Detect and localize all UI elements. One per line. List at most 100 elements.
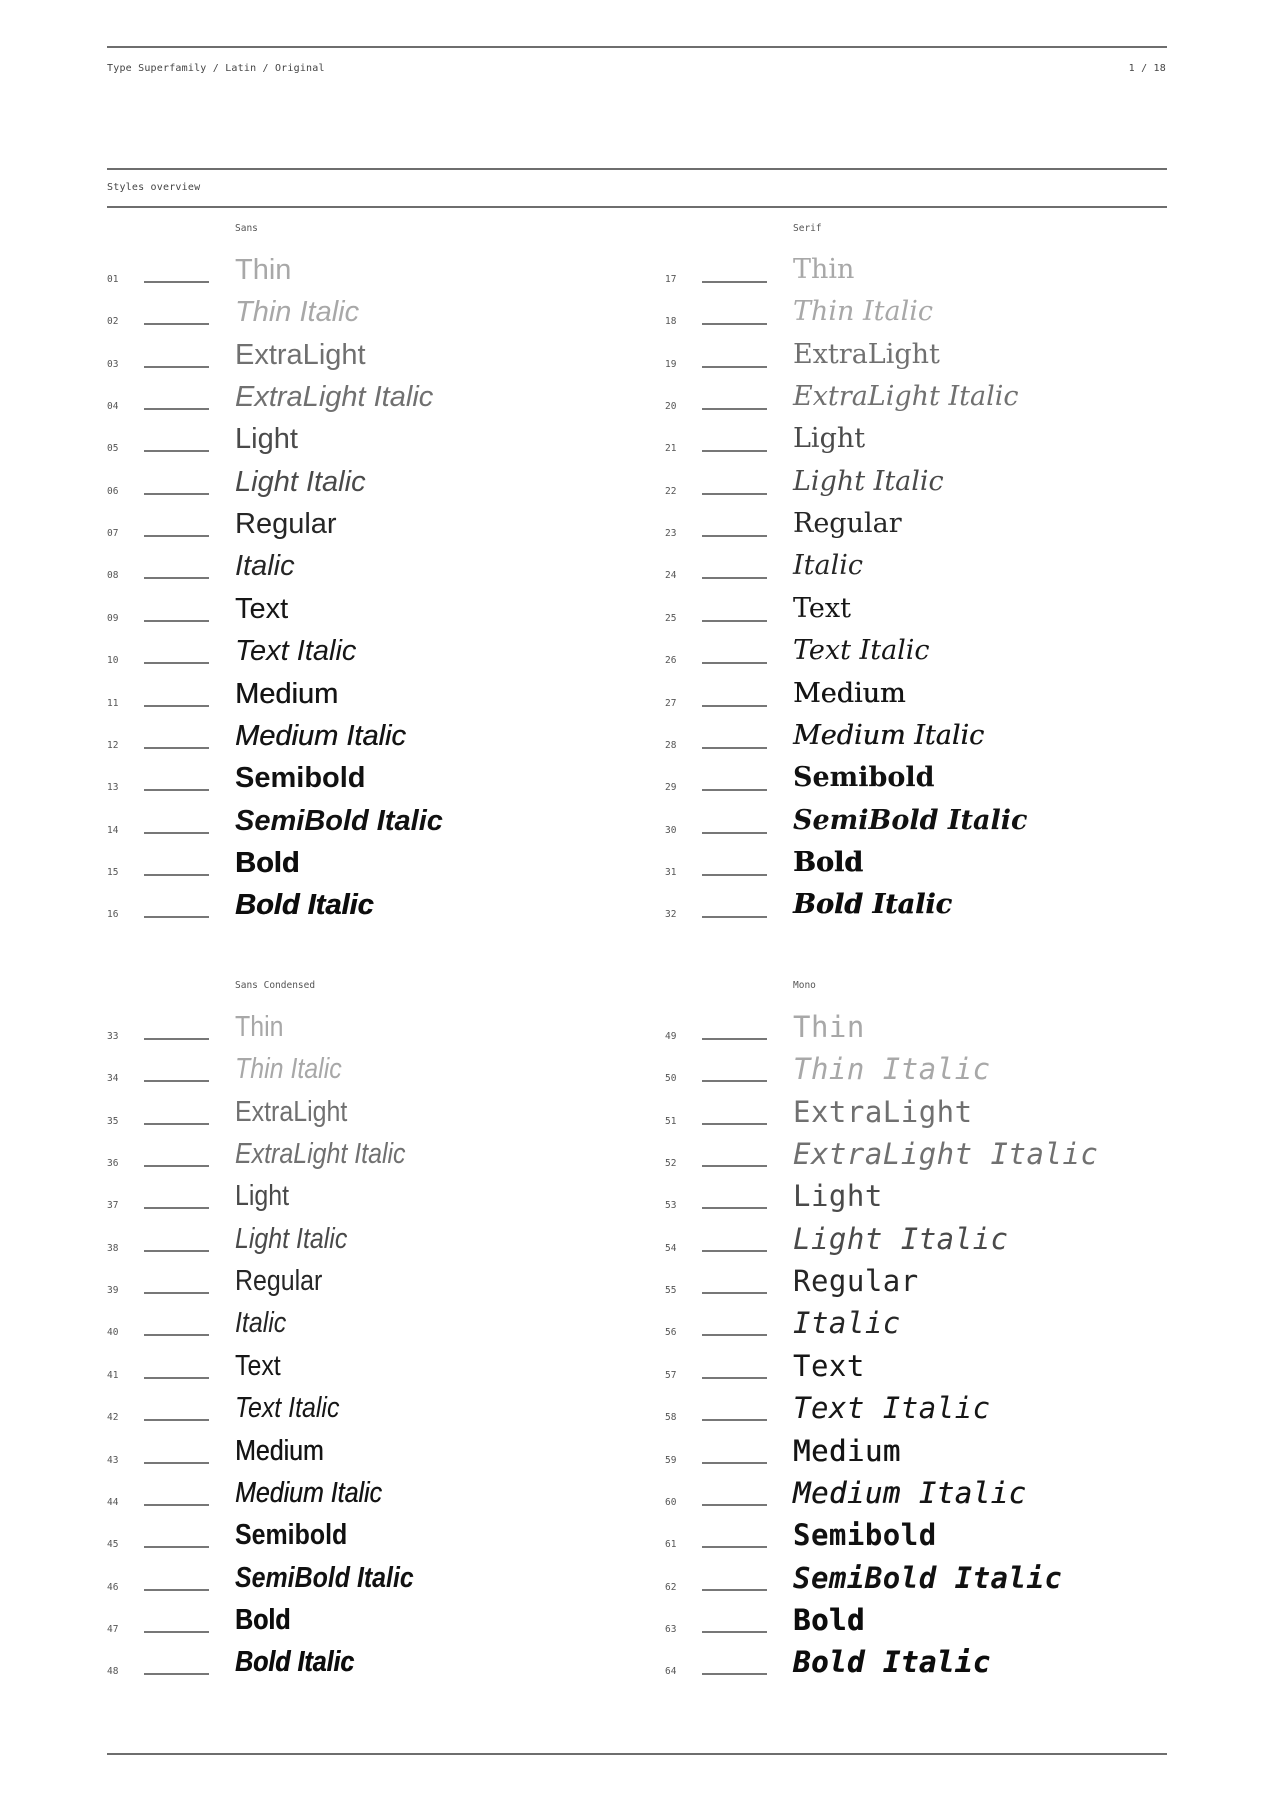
leader-line — [702, 323, 767, 326]
style-number: 51 — [665, 1115, 677, 1127]
leader-line — [144, 577, 209, 580]
leader-line — [702, 1292, 767, 1295]
style-number: 52 — [665, 1158, 677, 1170]
style-number: 44 — [107, 1496, 119, 1508]
leader-line — [702, 1249, 767, 1252]
leader-line — [702, 1080, 767, 1083]
style-row: 15 Bold — [107, 845, 627, 887]
style-row: 17 Thin — [665, 252, 1185, 294]
style-number: 48 — [107, 1666, 119, 1678]
style-number: 20 — [665, 401, 677, 413]
style-row: 31 Bold — [665, 845, 1185, 887]
section-title: Styles overview — [107, 182, 201, 193]
style-row: 47 Bold — [107, 1602, 627, 1644]
style-sample: Regular — [235, 508, 337, 541]
style-row: 39 Regular — [107, 1263, 627, 1305]
style-number: 19 — [665, 358, 677, 370]
style-number: 45 — [107, 1539, 119, 1551]
leader-line — [144, 1207, 209, 1210]
style-number: 09 — [107, 612, 119, 624]
leader-line — [702, 1376, 767, 1379]
style-sample: ExtraLight — [793, 338, 940, 370]
leader-line — [702, 1122, 767, 1125]
leader-line — [702, 577, 767, 580]
style-sample: Regular — [235, 1265, 323, 1298]
style-sample: ExtraLight — [793, 1094, 973, 1129]
style-sample: Bold Italic — [793, 889, 952, 921]
leader-line — [702, 831, 767, 834]
leader-line — [144, 1546, 209, 1549]
family-label: Sans Condensed — [235, 980, 316, 991]
style-sample: Text — [793, 1348, 865, 1383]
style-sample: Medium Italic — [235, 719, 406, 752]
leader-line — [702, 1588, 767, 1591]
style-sample: Bold — [235, 846, 300, 879]
bottom-rule — [107, 1753, 1167, 1755]
style-number: 35 — [107, 1115, 119, 1127]
style-row: 59 Medium — [665, 1433, 1185, 1475]
leader-line — [702, 1630, 767, 1633]
leader-line — [702, 1165, 767, 1168]
leader-line — [702, 450, 767, 453]
style-sample: Medium Italic — [235, 1476, 382, 1509]
style-sample: Thin Italic — [793, 1052, 991, 1087]
leader-line — [702, 619, 767, 622]
style-number: 16 — [107, 909, 119, 921]
style-row: 01 Thin — [107, 252, 627, 294]
style-number: 07 — [107, 528, 119, 540]
style-sample: Medium — [235, 677, 339, 710]
leader-line — [702, 873, 767, 876]
style-number: 39 — [107, 1285, 119, 1297]
style-sample: ExtraLight Italic — [793, 381, 1019, 413]
style-number: 28 — [665, 739, 677, 751]
style-sample: SemiBold Italic — [235, 1561, 414, 1594]
style-number: 11 — [107, 697, 119, 709]
style-number: 58 — [665, 1412, 677, 1424]
style-sample: SemiBold Italic — [235, 804, 443, 837]
style-sample: Bold — [235, 1603, 291, 1636]
style-sample: Semibold — [235, 762, 366, 795]
style-row: 63 Bold — [665, 1602, 1185, 1644]
style-row: 64 Bold Italic — [665, 1644, 1185, 1686]
style-number: 31 — [665, 866, 677, 878]
style-number: 38 — [107, 1242, 119, 1254]
leader-line — [144, 323, 209, 326]
style-number: 12 — [107, 739, 119, 751]
style-sample: Italic — [235, 550, 295, 583]
style-row: 04 ExtraLight Italic — [107, 379, 627, 421]
style-number: 61 — [665, 1539, 677, 1551]
style-number: 18 — [665, 316, 677, 328]
style-sample: ExtraLight Italic — [235, 1138, 406, 1171]
leader-line — [144, 1630, 209, 1633]
style-number: 10 — [107, 655, 119, 667]
leader-line — [144, 492, 209, 495]
style-sample: Thin Italic — [793, 296, 934, 328]
leader-line — [144, 789, 209, 792]
style-number: 36 — [107, 1158, 119, 1170]
style-row: 16 Bold Italic — [107, 887, 627, 929]
style-row: 36 ExtraLight Italic — [107, 1136, 627, 1178]
style-number: 34 — [107, 1073, 119, 1085]
style-number: 32 — [665, 909, 677, 921]
leader-line — [702, 1673, 767, 1676]
leader-line — [144, 535, 209, 538]
leader-line — [702, 408, 767, 411]
style-number: 46 — [107, 1581, 119, 1593]
style-number: 50 — [665, 1073, 677, 1085]
leader-line — [144, 1503, 209, 1506]
leader-line — [144, 1376, 209, 1379]
style-row: 30 SemiBold Italic — [665, 803, 1185, 845]
style-row: 44 Medium Italic — [107, 1475, 627, 1517]
leader-line — [144, 1038, 209, 1040]
style-number: 02 — [107, 316, 119, 328]
style-number: 57 — [665, 1369, 677, 1381]
style-sample: Thin Italic — [235, 296, 360, 329]
style-sample: Thin Italic — [235, 1053, 342, 1086]
leader-line — [702, 1503, 767, 1506]
leader-line — [702, 365, 767, 368]
style-number: 21 — [665, 443, 677, 455]
style-sample: Semibold — [793, 1518, 937, 1553]
leader-line — [144, 1080, 209, 1083]
leader-line — [702, 1546, 767, 1549]
style-row: 61 Semibold — [665, 1517, 1185, 1559]
